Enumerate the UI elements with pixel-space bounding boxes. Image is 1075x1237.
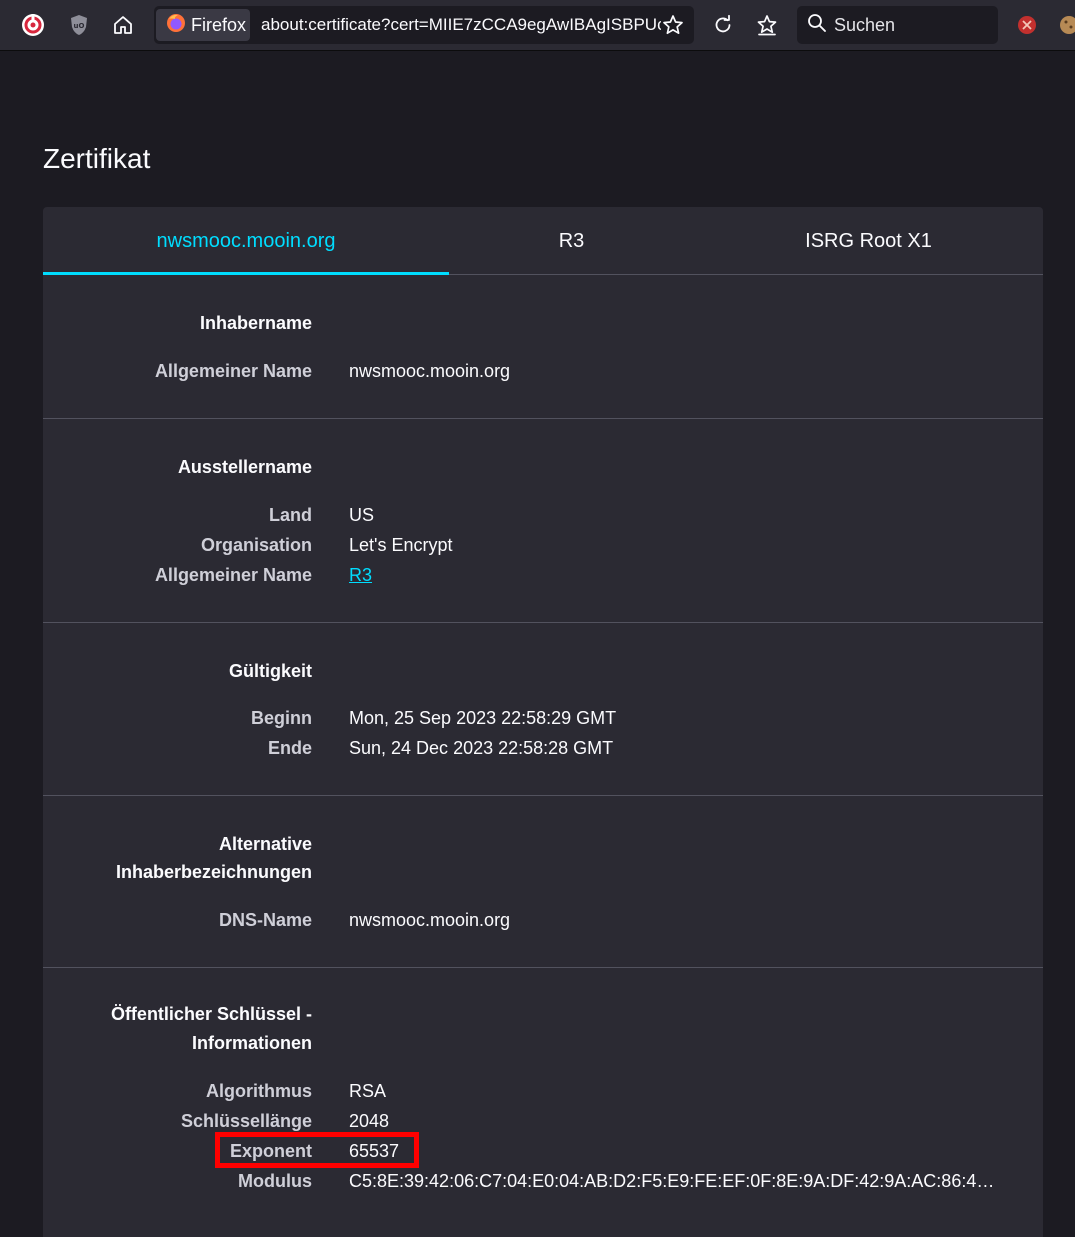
info-row-exponent: Exponent 65537 bbox=[43, 1136, 1043, 1166]
info-row: Algorithmus RSA bbox=[43, 1076, 1043, 1106]
info-row: Organisation Let's Encrypt bbox=[43, 530, 1043, 560]
certificate-tabs: nwsmooc.mooin.org R3 ISRG Root X1 bbox=[43, 207, 1043, 275]
url-bar[interactable]: Firefox about:certificate?cert=MIIE7zCCA… bbox=[154, 6, 694, 44]
section-title: Ausstellername bbox=[177, 457, 312, 477]
tab-r3[interactable]: R3 bbox=[449, 207, 694, 275]
reload-icon[interactable] bbox=[707, 8, 739, 42]
tab-isrg-root-x1[interactable]: ISRG Root X1 bbox=[694, 207, 1043, 275]
section-subject: Inhabername Allgemeiner Name nwsmooc.moo… bbox=[43, 275, 1043, 419]
row-value: RSA bbox=[349, 1081, 387, 1101]
row-label: Beginn bbox=[251, 708, 312, 728]
section-title: Gültigkeit bbox=[228, 661, 312, 681]
search-placeholder: Suchen bbox=[834, 14, 896, 35]
row-label: Allgemeiner Name bbox=[154, 565, 312, 585]
row-label: Exponent bbox=[229, 1141, 312, 1161]
firefox-logo-icon bbox=[166, 13, 186, 38]
row-value: US bbox=[349, 505, 375, 525]
info-row: Allgemeiner Name R3 bbox=[43, 560, 1043, 590]
info-row: Modulus C5:8E:39:42:06:C7:04:E0:04:AB:D2… bbox=[43, 1166, 1043, 1196]
row-label: Organisation bbox=[200, 535, 312, 555]
home-icon[interactable] bbox=[107, 8, 139, 42]
info-row: Beginn Mon, 25 Sep 2023 22:58:29 GMT bbox=[43, 703, 1043, 733]
row-value: Let's Encrypt bbox=[349, 535, 453, 555]
issuer-r3-link[interactable]: R3 bbox=[349, 565, 372, 585]
row-value: Sun, 24 Dec 2023 22:58:28 GMT bbox=[349, 738, 614, 758]
section-title: Inhabername bbox=[199, 313, 312, 333]
section-alt-names: Alternative Inhaberbezeichnungen DNS-Nam… bbox=[43, 796, 1043, 968]
row-label: Algorithmus bbox=[206, 1081, 312, 1101]
identity-label: Firefox bbox=[191, 14, 247, 35]
red-extension-icon[interactable] bbox=[1011, 8, 1043, 42]
page-title: Zertifikat bbox=[43, 143, 151, 174]
row-value: R3 bbox=[349, 560, 1009, 590]
cookie-extension-icon[interactable] bbox=[1053, 8, 1075, 42]
section-issuer: Ausstellername Land US Organisation Let'… bbox=[43, 419, 1043, 623]
row-label: DNS-Name bbox=[218, 910, 312, 930]
row-label: Land bbox=[269, 505, 312, 525]
row-value: 2048 bbox=[349, 1111, 390, 1131]
info-row: Schlüssellänge 2048 bbox=[43, 1106, 1043, 1136]
star-icon[interactable] bbox=[662, 14, 684, 36]
section-public-key: Öffentlicher Schlüssel - Informationen A… bbox=[43, 968, 1043, 1228]
ublock-origin-icon[interactable]: uO bbox=[63, 8, 95, 42]
search-bar[interactable]: Suchen bbox=[797, 6, 998, 44]
browser-toolbar: uO Firefox about:certificate?cert=MIIE7z… bbox=[0, 0, 1075, 51]
section-title-line-1: Öffentlicher Schlüssel - bbox=[110, 1004, 312, 1024]
certificate-card: nwsmooc.mooin.org R3 ISRG Root X1 Inhabe… bbox=[43, 207, 1043, 1237]
info-row: Ende Sun, 24 Dec 2023 22:58:28 GMT bbox=[43, 733, 1043, 763]
section-title-line-1: Alternative bbox=[218, 834, 312, 854]
section-validity: Gültigkeit Beginn Mon, 25 Sep 2023 22:58… bbox=[43, 623, 1043, 796]
info-row: DNS-Name nwsmooc.mooin.org bbox=[43, 905, 1043, 935]
spiral-app-icon[interactable] bbox=[17, 8, 49, 42]
tab-nwsmooc[interactable]: nwsmooc.mooin.org bbox=[43, 207, 449, 275]
row-value: nwsmooc.mooin.org bbox=[349, 910, 511, 930]
url-text[interactable]: about:certificate?cert=MIIE7zCCA9egAwIBA… bbox=[261, 6, 661, 44]
section-title-line-2: Informationen bbox=[192, 1033, 312, 1053]
svg-text:uO: uO bbox=[74, 22, 85, 30]
row-label: Ende bbox=[267, 738, 312, 758]
identity-box[interactable]: Firefox bbox=[156, 9, 250, 41]
info-row: Allgemeiner Name nwsmooc.mooin.org bbox=[43, 356, 1043, 386]
search-icon bbox=[807, 13, 827, 38]
row-label: Modulus bbox=[238, 1171, 312, 1191]
section-title-line-2: Inhaberbezeichnungen bbox=[115, 862, 312, 882]
row-value: C5:8E:39:42:06:C7:04:E0:04:AB:D2:F5:E9:F… bbox=[349, 1171, 1004, 1191]
row-label: Schlüssellänge bbox=[180, 1111, 312, 1131]
bookmark-star-icon[interactable] bbox=[751, 8, 783, 42]
row-value: nwsmooc.mooin.org bbox=[349, 361, 511, 381]
info-row: Land US bbox=[43, 500, 1043, 530]
row-label: Allgemeiner Name bbox=[154, 361, 312, 381]
row-value: 65537 bbox=[349, 1141, 400, 1161]
row-value: Mon, 25 Sep 2023 22:58:29 GMT bbox=[349, 708, 617, 728]
